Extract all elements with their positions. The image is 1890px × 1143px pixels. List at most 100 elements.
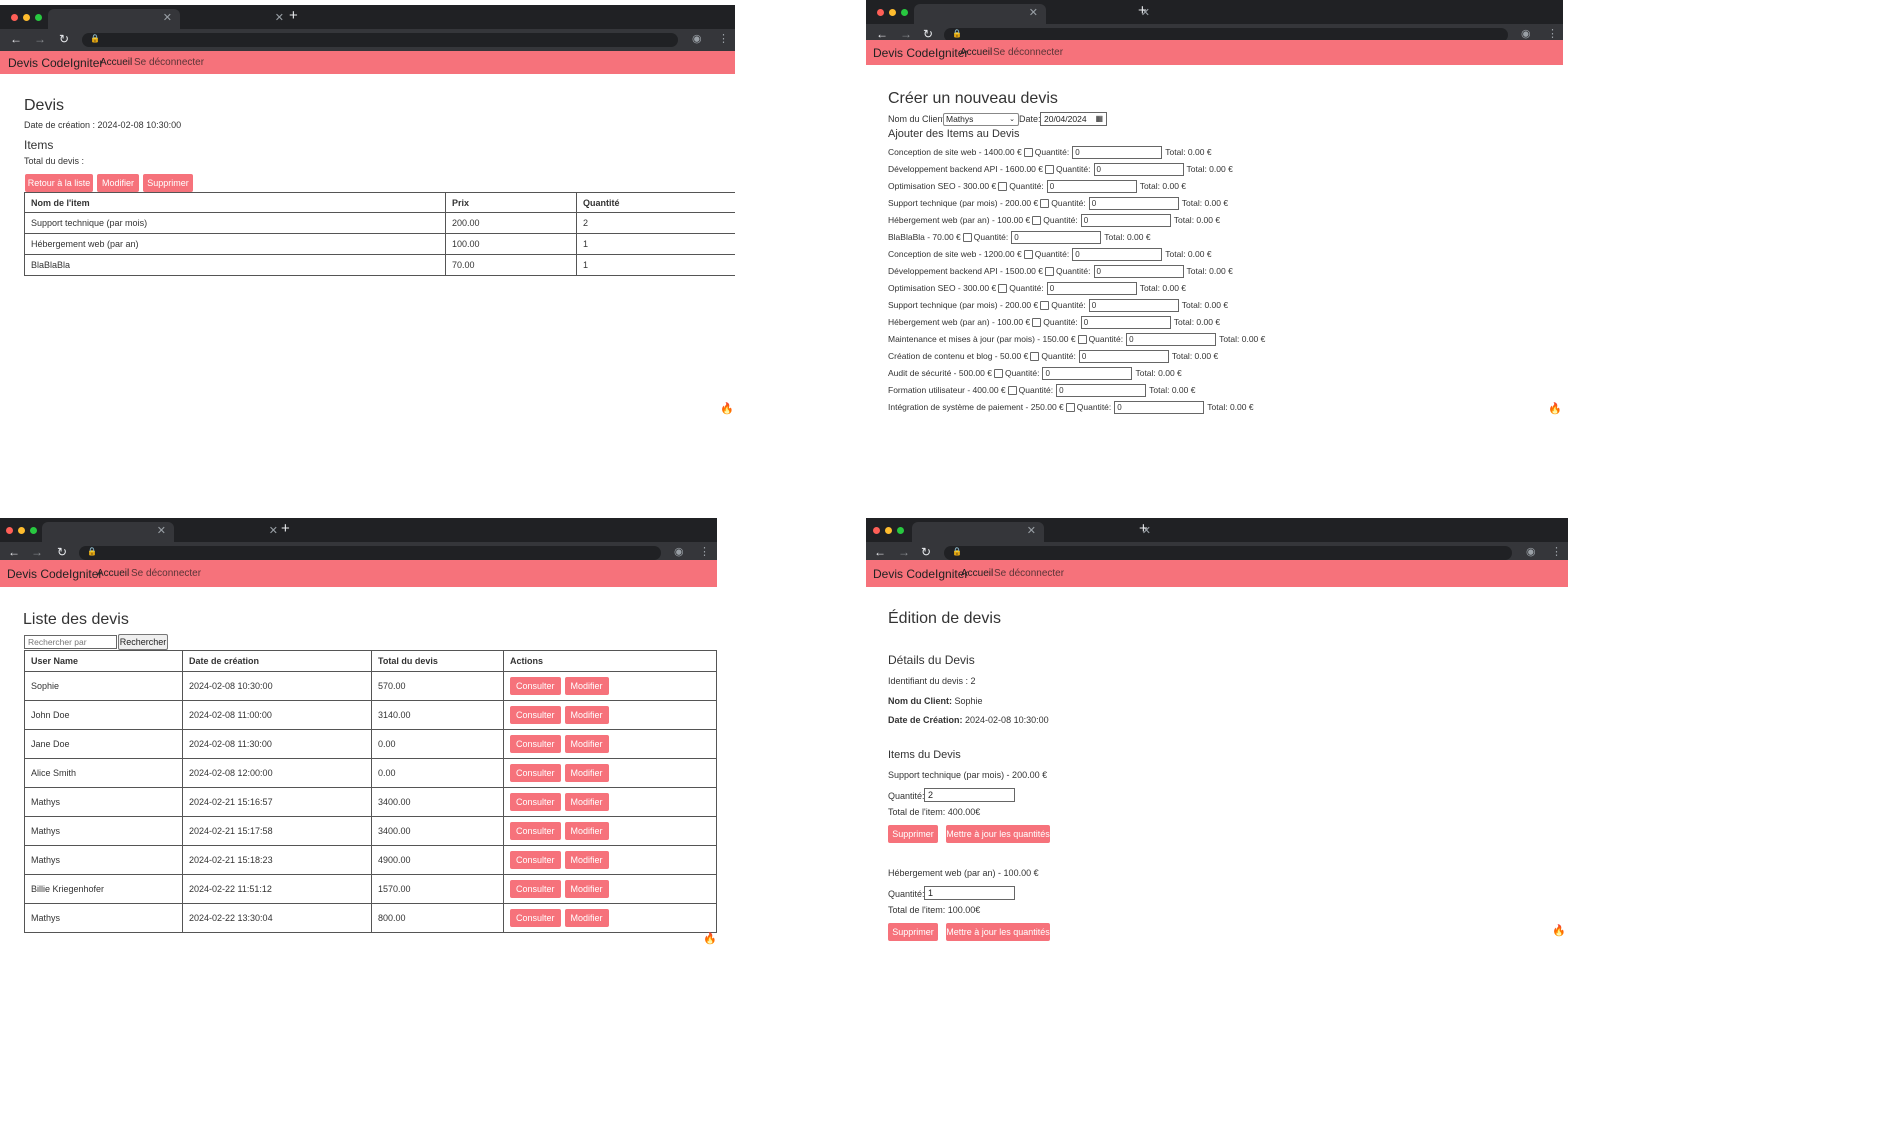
forward-icon[interactable]: →	[31, 545, 43, 559]
new-tab-icon[interactable]: +	[1138, 2, 1147, 19]
address-bar[interactable]: 🔒	[82, 33, 678, 47]
item-checkbox[interactable]	[1040, 300, 1050, 310]
forward-icon[interactable]: →	[34, 32, 46, 46]
consult-button[interactable]: Consulter	[510, 706, 561, 724]
item-checkbox[interactable]	[1032, 317, 1042, 327]
delete-button[interactable]: Supprimer	[143, 174, 193, 192]
quantity-input[interactable]: 0	[1072, 145, 1163, 159]
menu-icon[interactable]: ⋮	[1547, 27, 1558, 40]
minimize-window-dot[interactable]	[885, 527, 892, 534]
brand-link[interactable]: Devis CodeIgniter	[8, 56, 103, 70]
item-checkbox[interactable]	[1045, 266, 1054, 276]
profile-icon[interactable]: ◉	[1521, 27, 1531, 40]
item-checkbox[interactable]	[993, 368, 1003, 378]
new-tab-icon[interactable]: +	[289, 7, 298, 24]
consult-button[interactable]: Consulter	[510, 764, 561, 782]
brand-link[interactable]: Devis CodeIgniter	[873, 567, 968, 581]
nav-home-link[interactable]: Accueil	[961, 568, 993, 579]
flame-icon[interactable]: 🔥	[1552, 924, 1566, 937]
close-window-dot[interactable]	[11, 14, 18, 21]
calendar-icon[interactable]: ▦	[1095, 113, 1103, 125]
item-checkbox[interactable]	[1065, 402, 1075, 412]
item-checkbox[interactable]	[1040, 198, 1050, 208]
quantity-input[interactable]: 2	[924, 788, 1015, 802]
back-icon[interactable]: ←	[8, 545, 20, 559]
reload-icon[interactable]: ↻	[921, 545, 931, 559]
quantity-input[interactable]: 0	[1080, 315, 1171, 329]
item-checkbox[interactable]	[998, 283, 1008, 293]
flame-icon[interactable]: 🔥	[703, 932, 717, 945]
close-window-dot[interactable]	[6, 527, 13, 534]
edit-button[interactable]: Modifier	[564, 764, 609, 782]
edit-button[interactable]: Modifier	[564, 735, 609, 753]
item-checkbox[interactable]	[998, 181, 1008, 191]
brand-link[interactable]: Devis CodeIgniter	[873, 46, 968, 60]
back-to-list-button[interactable]: Retour à la liste	[25, 174, 93, 192]
browser-tab[interactable]: ✕	[154, 522, 286, 542]
browser-tab-active[interactable]: ✕	[912, 522, 1044, 542]
brand-link[interactable]: Devis CodeIgniter	[7, 567, 102, 581]
update-quantities-button[interactable]: Mettre à jour les quantités	[946, 923, 1050, 941]
quantity-input[interactable]: 0	[1056, 383, 1147, 397]
quantity-input[interactable]: 0	[1072, 247, 1163, 261]
address-bar[interactable]: 🔒	[79, 546, 661, 560]
nav-logout-link[interactable]: Se déconnecter	[131, 568, 201, 579]
menu-icon[interactable]: ⋮	[699, 545, 710, 558]
consult-button[interactable]: Consulter	[510, 735, 561, 753]
item-checkbox[interactable]	[1023, 147, 1033, 157]
profile-icon[interactable]: ◉	[1526, 545, 1536, 558]
quantity-input[interactable]: 0	[1046, 179, 1137, 193]
search-button[interactable]: Rechercher	[118, 634, 168, 650]
delete-item-button[interactable]: Supprimer	[888, 923, 938, 941]
profile-icon[interactable]: ◉	[674, 545, 684, 558]
reload-icon[interactable]: ↻	[57, 545, 67, 559]
quantity-input[interactable]: 0	[1093, 264, 1184, 278]
consult-button[interactable]: Consulter	[510, 909, 561, 927]
edit-button[interactable]: Modifier	[564, 706, 609, 724]
quantity-input[interactable]: 0	[1114, 400, 1205, 414]
consult-button[interactable]: Consulter	[510, 822, 561, 840]
nav-home-link[interactable]: Accueil	[960, 47, 992, 58]
close-window-dot[interactable]	[877, 9, 884, 16]
item-checkbox[interactable]	[962, 232, 972, 242]
quantity-input[interactable]: 0	[1046, 281, 1137, 295]
back-icon[interactable]: ←	[874, 545, 886, 559]
flame-icon[interactable]: 🔥	[720, 402, 734, 415]
menu-icon[interactable]: ⋮	[718, 32, 729, 45]
browser-tab[interactable]: ✕	[160, 9, 292, 29]
minimize-window-dot[interactable]	[18, 527, 25, 534]
quantity-input[interactable]: 0	[1080, 213, 1171, 227]
item-checkbox[interactable]	[1023, 249, 1033, 259]
forward-icon[interactable]: →	[900, 27, 912, 41]
item-checkbox[interactable]	[1030, 351, 1040, 361]
delete-item-button[interactable]: Supprimer	[888, 825, 938, 843]
client-select[interactable]: Mathys ⌄	[943, 113, 1019, 126]
forward-icon[interactable]: →	[898, 545, 910, 559]
edit-button[interactable]: Modifier	[97, 174, 139, 192]
new-tab-icon[interactable]: +	[1139, 520, 1148, 537]
item-checkbox[interactable]	[1077, 334, 1087, 344]
search-input[interactable]: Rechercher par user_name	[24, 635, 117, 649]
back-icon[interactable]: ←	[876, 27, 888, 41]
consult-button[interactable]: Consulter	[510, 793, 561, 811]
quantity-input[interactable]: 0	[1126, 332, 1217, 346]
minimize-window-dot[interactable]	[23, 14, 30, 21]
update-quantities-button[interactable]: Mettre à jour les quantités	[946, 825, 1050, 843]
edit-button[interactable]: Modifier	[564, 677, 609, 695]
maximize-window-dot[interactable]	[897, 527, 904, 534]
close-tab-icon[interactable]: ✕	[269, 524, 278, 537]
edit-button[interactable]: Modifier	[564, 822, 609, 840]
minimize-window-dot[interactable]	[889, 9, 896, 16]
nav-logout-link[interactable]: Se déconnecter	[993, 47, 1063, 58]
nav-logout-link[interactable]: Se déconnecter	[134, 57, 204, 68]
quantity-input[interactable]: 0	[1011, 230, 1102, 244]
quantity-input[interactable]: 0	[1093, 162, 1184, 176]
edit-button[interactable]: Modifier	[564, 880, 609, 898]
maximize-window-dot[interactable]	[35, 14, 42, 21]
close-window-dot[interactable]	[873, 527, 880, 534]
quantity-input[interactable]: 0	[1078, 349, 1169, 363]
item-checkbox[interactable]	[1007, 385, 1017, 395]
nav-home-link[interactable]: Accueil	[100, 57, 132, 68]
date-input[interactable]: 20/04/2024 ▦	[1040, 112, 1107, 126]
reload-icon[interactable]: ↻	[923, 27, 933, 41]
